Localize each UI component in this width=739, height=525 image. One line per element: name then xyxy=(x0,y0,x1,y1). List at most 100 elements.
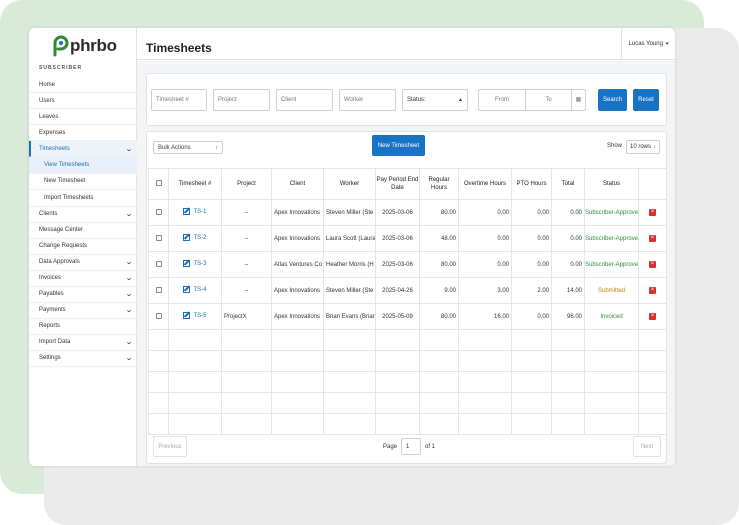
row-checkbox[interactable] xyxy=(155,260,162,267)
edit-icon[interactable] xyxy=(183,286,191,293)
total-cell: 0.00 xyxy=(551,225,585,252)
select-all-header xyxy=(148,168,169,200)
edit-icon[interactable] xyxy=(183,234,191,241)
pto-hours-cell: 0.00 xyxy=(511,303,552,330)
sidebar-item-reports[interactable]: Reports xyxy=(29,319,137,335)
sidebar-subitem-view-timesheets[interactable]: View Timesheets xyxy=(29,157,137,174)
sidebar-item-invoices[interactable]: Invoices ⌄ xyxy=(29,271,137,287)
sidebar-item-label: Data Approvals xyxy=(39,259,80,265)
logo[interactable]: phrbo xyxy=(51,34,117,58)
table-row[interactable]: TS-4 -- Apex Innovations Steven Miller (Ste… xyxy=(148,277,667,304)
sidebar-item-change-requests[interactable]: Change Requests xyxy=(29,239,137,255)
pagination: Page 1 of 1 xyxy=(383,438,435,455)
column-header[interactable]: Total xyxy=(551,168,585,200)
sidebar-item-label: Import Data xyxy=(39,339,71,345)
status-select[interactable]: Status: ▲ xyxy=(402,89,468,111)
select-all-checkbox[interactable] xyxy=(155,179,162,186)
timesheet-id[interactable]: TS-4 xyxy=(193,287,206,293)
delete-icon[interactable]: × xyxy=(649,287,656,294)
bulk-actions-select[interactable]: Bulk Actions ↕ xyxy=(153,141,223,154)
sidebar-item-data-approvals[interactable]: Data Approvals ⌄ xyxy=(29,255,137,271)
row-checkbox[interactable] xyxy=(155,208,162,215)
timesheet-link[interactable]: TS-1 xyxy=(183,208,207,215)
sidebar-item-payables[interactable]: Payables ⌄ xyxy=(29,287,137,303)
previous-page-button[interactable]: Previous xyxy=(153,436,187,457)
timesheet-id[interactable]: TS-2 xyxy=(193,235,206,241)
from-date-input[interactable]: From xyxy=(479,90,526,110)
delete-icon[interactable]: × xyxy=(649,235,656,242)
worker-input[interactable]: Worker xyxy=(339,89,396,111)
delete-icon[interactable]: × xyxy=(649,261,656,268)
rows-per-page-value: 10 rows xyxy=(630,144,652,150)
column-header[interactable]: Client xyxy=(271,168,324,200)
project-cell: -- xyxy=(221,225,272,252)
client-input[interactable]: Client xyxy=(276,89,333,111)
row-select-cell xyxy=(148,225,169,252)
logo-icon xyxy=(51,35,69,57)
empty-cell xyxy=(584,413,639,435)
edit-icon[interactable] xyxy=(183,260,191,267)
column-header[interactable]: Project xyxy=(221,168,272,200)
timesheet-id[interactable]: TS-5 xyxy=(193,313,206,319)
sidebar-item-import-data[interactable]: Import Data ⌄ xyxy=(29,335,137,351)
sidebar-item-settings[interactable]: Settings ⌄ xyxy=(29,351,137,367)
empty-row xyxy=(148,329,667,351)
column-header[interactable]: Status xyxy=(584,168,639,200)
row-checkbox[interactable] xyxy=(155,234,162,241)
column-header[interactable]: Worker xyxy=(323,168,376,200)
rows-per-page-select[interactable]: 10 rows ↕ xyxy=(626,140,660,154)
timesheet-link[interactable]: TS-2 xyxy=(183,234,207,241)
sidebar-subitem-import-timesheets[interactable]: Import Timesheets xyxy=(29,190,137,207)
table-row[interactable]: TS-5 ProjectX Apex Innovations Brian Evans … xyxy=(148,303,667,330)
delete-icon[interactable]: × xyxy=(649,209,656,216)
edit-icon[interactable] xyxy=(183,208,191,215)
timesheets-table-panel: Bulk Actions ↕ New Timesheet Show 10 row… xyxy=(146,131,667,464)
sidebar-item-clients[interactable]: Clients ⌄ xyxy=(29,207,137,223)
sidebar-item-home[interactable]: Home xyxy=(29,77,137,93)
empty-cell xyxy=(323,350,376,372)
calendar-icon[interactable]: ▦ xyxy=(571,90,585,110)
user-menu[interactable]: Lucas Young ▾ xyxy=(621,28,675,60)
column-header[interactable]: Overtime Hours xyxy=(458,168,512,200)
sidebar-item-users[interactable]: Users xyxy=(29,93,137,109)
client-cell: Apex Innovations xyxy=(271,303,324,330)
empty-cell xyxy=(168,329,222,351)
empty-cell xyxy=(271,413,324,435)
project-input[interactable]: Project xyxy=(213,89,270,111)
sidebar-subitem-new-timesheet[interactable]: New Timesheet xyxy=(29,174,137,190)
sidebar-item-label: Settings xyxy=(39,355,61,361)
delete-icon[interactable]: × xyxy=(649,313,656,320)
row-checkbox[interactable] xyxy=(155,286,162,293)
column-header[interactable]: Pay Period End Date xyxy=(375,168,420,200)
sidebar-item-message-center[interactable]: Message Center xyxy=(29,223,137,239)
row-checkbox[interactable] xyxy=(155,312,162,319)
reset-button[interactable]: Reset xyxy=(633,89,659,111)
timesheet-link[interactable]: TS-4 xyxy=(183,286,207,293)
client-cell: Atlas Ventures Co xyxy=(271,251,324,278)
project-cell: -- xyxy=(221,277,272,304)
new-timesheet-button[interactable]: New Timesheet xyxy=(372,135,425,156)
timesheet-number-input[interactable]: Timesheet # xyxy=(151,89,207,111)
timesheet-id[interactable]: TS-3 xyxy=(193,261,206,267)
column-header[interactable]: Timesheet # xyxy=(168,168,222,200)
sidebar-item-leaves[interactable]: Leaves xyxy=(29,109,137,125)
column-header[interactable]: PTO Hours xyxy=(511,168,552,200)
sidebar-item-payments[interactable]: Payments ⌄ xyxy=(29,303,137,319)
timesheet-link[interactable]: TS-3 xyxy=(183,260,207,267)
date-range-picker[interactable]: From To ▦ xyxy=(478,89,586,111)
table-row[interactable]: TS-3 -- Atlas Ventures Co Heather Morris (H… xyxy=(148,251,667,278)
table-row[interactable]: TS-1 -- Apex Innovations Steven Miller (Ste… xyxy=(148,199,667,226)
regular-hours-cell: 48.00 xyxy=(419,225,459,252)
timesheet-link[interactable]: TS-5 xyxy=(183,312,207,319)
search-button[interactable]: Search xyxy=(598,89,627,111)
sidebar-item-timesheets[interactable]: Timesheets ⌄ xyxy=(29,141,137,157)
status-cell: Subscriber-Approve xyxy=(584,251,639,278)
sidebar-item-expenses[interactable]: Expenses xyxy=(29,125,137,141)
table-row[interactable]: TS-2 -- Apex Innovations Laura Scott (Laura… xyxy=(148,225,667,252)
edit-icon[interactable] xyxy=(183,312,191,319)
next-page-button[interactable]: Next xyxy=(633,436,661,457)
page-number-input[interactable]: 1 xyxy=(401,438,422,455)
to-date-input[interactable]: To xyxy=(526,90,571,110)
timesheet-id[interactable]: TS-1 xyxy=(193,209,206,215)
column-header[interactable]: Regular Hours xyxy=(419,168,459,200)
